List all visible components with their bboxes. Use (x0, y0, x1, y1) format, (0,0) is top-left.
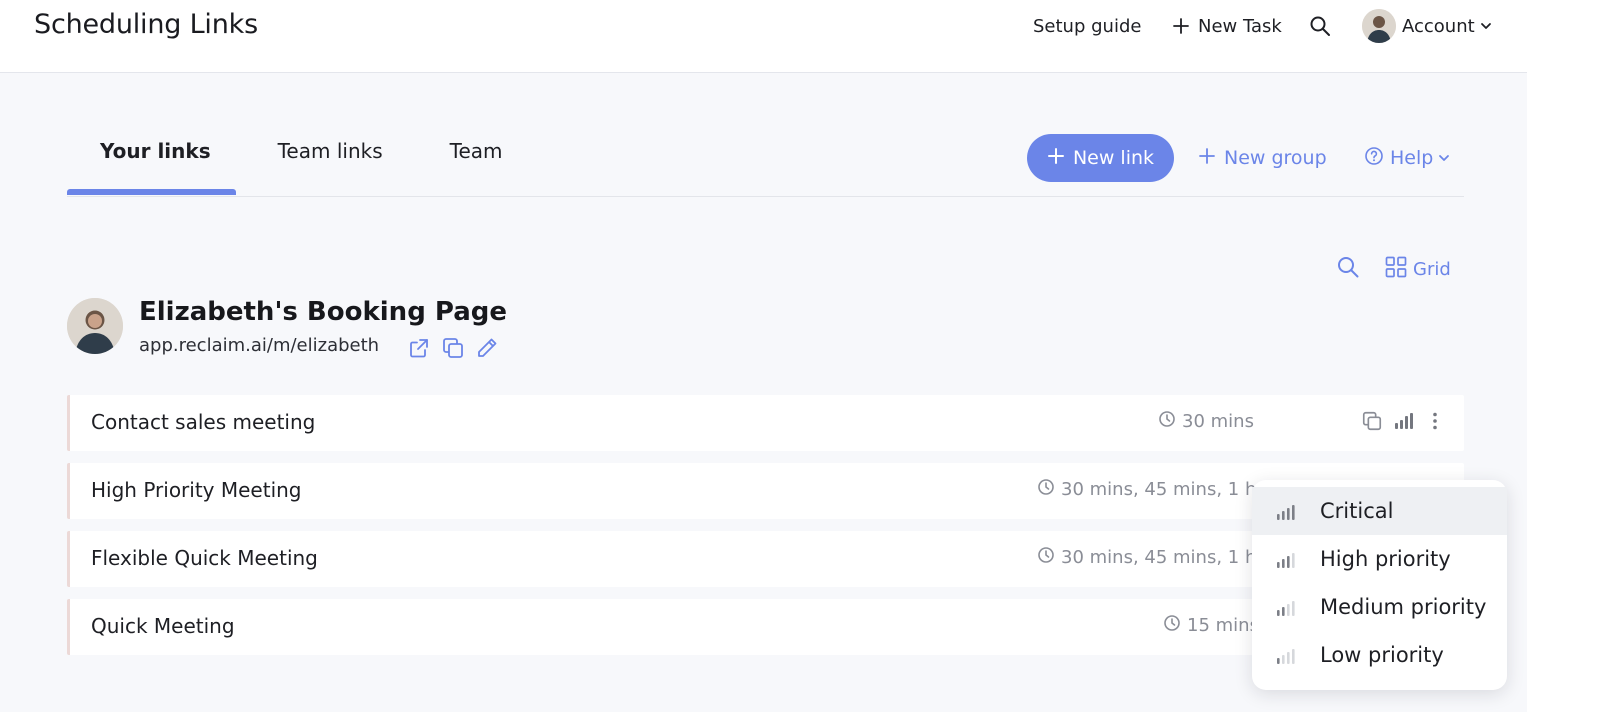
duration-text: 30 mins (1182, 411, 1254, 432)
plus-icon (1198, 147, 1216, 170)
active-tab-indicator (67, 189, 236, 195)
link-row-contact-sales[interactable]: Contact sales meeting 30 mins (67, 395, 1464, 451)
priority-bars-icon (1276, 598, 1296, 616)
tabs-divider (67, 196, 1464, 197)
external-link-icon[interactable] (407, 336, 431, 360)
chevron-down-icon (1480, 20, 1492, 32)
question-circle-icon (1364, 146, 1384, 171)
duration-text: 15 mins (1187, 615, 1259, 636)
link-duration: 30 mins, 45 mins, 1 hr (1037, 478, 1264, 501)
menu-item-label: High priority (1320, 547, 1451, 571)
link-duration: 30 mins, 45 mins, 1 hr (1037, 546, 1264, 569)
help-menu[interactable]: Help (1364, 142, 1450, 174)
page-title: Scheduling Links (34, 9, 258, 40)
search-icon (1336, 255, 1360, 284)
global-search-button[interactable] (1309, 10, 1331, 42)
grid-icon (1385, 256, 1407, 283)
menu-item-critical[interactable]: Critical (1252, 487, 1507, 535)
top-bar: Scheduling Links Setup guide New Task Ac… (0, 0, 1527, 73)
priority-menu: Critical High priority Medium priority L… (1252, 480, 1507, 690)
setup-guide-link[interactable]: Setup guide (1033, 10, 1141, 42)
booking-page-name: Elizabeth's Booking Page (139, 297, 507, 327)
help-label: Help (1390, 147, 1434, 169)
link-title: Flexible Quick Meeting (91, 546, 318, 570)
link-duration: 30 mins (1158, 410, 1254, 433)
menu-item-high-priority[interactable]: High priority (1252, 535, 1507, 583)
duration-text: 30 mins, 45 mins, 1 hr (1061, 479, 1264, 500)
edit-pencil-icon[interactable] (475, 336, 499, 360)
menu-item-label: Low priority (1320, 643, 1444, 667)
menu-item-medium-priority[interactable]: Medium priority (1252, 583, 1507, 631)
avatar (67, 298, 123, 354)
link-row-actions (1361, 410, 1446, 436)
new-link-button[interactable]: New link (1027, 134, 1174, 182)
link-title: High Priority Meeting (91, 478, 302, 502)
tab-team-links[interactable]: Team links (278, 136, 383, 176)
links-tabs: Your links Team links Team (67, 136, 503, 176)
account-label: Account (1402, 15, 1475, 37)
tab-team[interactable]: Team (450, 136, 503, 176)
priority-bars-icon (1276, 502, 1296, 520)
clock-icon (1158, 410, 1176, 433)
tab-your-links[interactable]: Your links (100, 136, 211, 176)
new-link-label: New link (1072, 147, 1155, 169)
more-vertical-icon[interactable] (1424, 410, 1446, 436)
avatar (1362, 9, 1396, 43)
menu-item-low-priority[interactable]: Low priority (1252, 631, 1507, 679)
new-task-button[interactable]: New Task (1172, 10, 1282, 42)
menu-item-label: Medium priority (1320, 595, 1487, 619)
setup-guide-label: Setup guide (1033, 15, 1142, 37)
clock-icon (1163, 614, 1181, 637)
plus-icon (1172, 17, 1190, 35)
link-title: Contact sales meeting (91, 410, 316, 434)
priority-bars-icon (1276, 646, 1296, 664)
clock-icon (1037, 478, 1055, 501)
clock-icon (1037, 546, 1055, 569)
grid-label: Grid (1413, 258, 1451, 280)
new-group-button[interactable]: New group (1198, 142, 1327, 174)
copy-icon[interactable] (1361, 410, 1383, 436)
priority-bars-icon[interactable] (1392, 410, 1414, 436)
new-task-label: New Task (1198, 15, 1282, 37)
menu-item-label: Critical (1320, 499, 1394, 523)
grid-view-toggle[interactable]: Grid (1385, 254, 1451, 284)
link-title: Quick Meeting (91, 614, 235, 638)
booking-page-url: app.reclaim.ai/m/elizabeth (139, 335, 380, 356)
links-search-button[interactable] (1336, 254, 1360, 284)
priority-bars-icon (1276, 550, 1296, 568)
duration-text: 30 mins, 45 mins, 1 hr (1061, 547, 1264, 568)
search-icon (1309, 15, 1331, 37)
plus-icon (1047, 147, 1065, 170)
link-duration: 15 mins (1163, 614, 1259, 637)
new-group-label: New group (1224, 147, 1327, 169)
chevron-down-icon (1438, 147, 1450, 169)
account-menu[interactable]: Account (1362, 8, 1492, 44)
copy-icon[interactable] (441, 336, 465, 360)
